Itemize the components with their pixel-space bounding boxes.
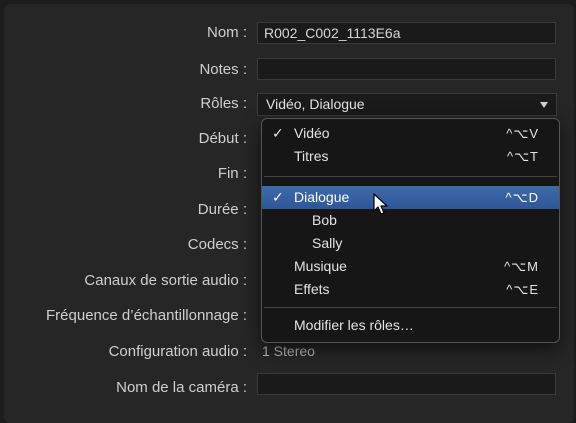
menu-item-shortcut: ^⌥V [506,126,539,141]
menu-item-label: Bob [312,212,337,228]
label-frequence: Fréquence d’échantillonnage : [46,307,247,324]
roles-selected-value: Vidéo, Dialogue [266,96,365,112]
label-debut: Début : [198,130,247,147]
label-codecs: Codecs : [187,236,247,253]
label-nom: Nom : [206,24,247,41]
menu-item-sally[interactable]: Sally [262,232,559,255]
menu-item-shortcut: ^⌥E [506,282,539,297]
menu-item-shortcut: ^⌥D [505,190,539,205]
menu-item-label: Modifier les rôles… [294,317,414,333]
label-duree: Durée : [197,201,247,218]
menu-item-dialogue[interactable]: ✓ Dialogue ^⌥D [262,186,559,209]
label-fin: Fin : [217,165,247,182]
menu-item-label: Effets [294,281,330,297]
menu-item-musique[interactable]: Musique ^⌥M [262,255,559,278]
chevron-down-icon [540,102,548,108]
menu-item-label: Titres [294,148,329,164]
notes-field[interactable] [257,58,556,80]
menu-separator [264,176,557,177]
checkmark-icon: ✓ [272,189,284,205]
configuration-audio-value: 1 Stereo [262,343,315,359]
menu-item-label: Vidéo [294,125,330,141]
roles-menu: ✓ Vidéo ^⌥V Titres ^⌥T ✓ Dialogue ^⌥D Bo… [261,118,560,343]
label-nom-camera: Nom de la caméra : [116,379,247,396]
menu-item-bob[interactable]: Bob [262,209,559,232]
menu-item-shortcut: ^⌥T [506,149,539,164]
menu-item-label: Musique [294,258,347,274]
label-roles: Rôles : [200,95,247,112]
label-configuration-audio: Configuration audio : [108,343,247,360]
menu-item-video[interactable]: ✓ Vidéo ^⌥V [262,122,559,145]
menu-separator [264,307,557,308]
menu-item-label: Dialogue [294,189,350,205]
roles-dropdown[interactable]: Vidéo, Dialogue [257,93,557,116]
nom-field[interactable]: R002_C002_1113E6a [257,22,556,44]
label-canaux-audio: Canaux de sortie audio : [84,272,247,289]
menu-item-label: Sally [312,235,343,251]
menu-item-effets[interactable]: Effets ^⌥E [262,278,559,301]
checkmark-icon: ✓ [272,125,284,141]
menu-item-modifier-roles[interactable]: Modifier les rôles… [262,314,559,337]
menu-item-titres[interactable]: Titres ^⌥T [262,145,559,168]
mouse-pointer-icon [373,193,388,215]
camera-name-field[interactable] [257,373,556,395]
label-notes: Notes : [199,61,247,78]
menu-item-shortcut: ^⌥M [504,259,539,274]
